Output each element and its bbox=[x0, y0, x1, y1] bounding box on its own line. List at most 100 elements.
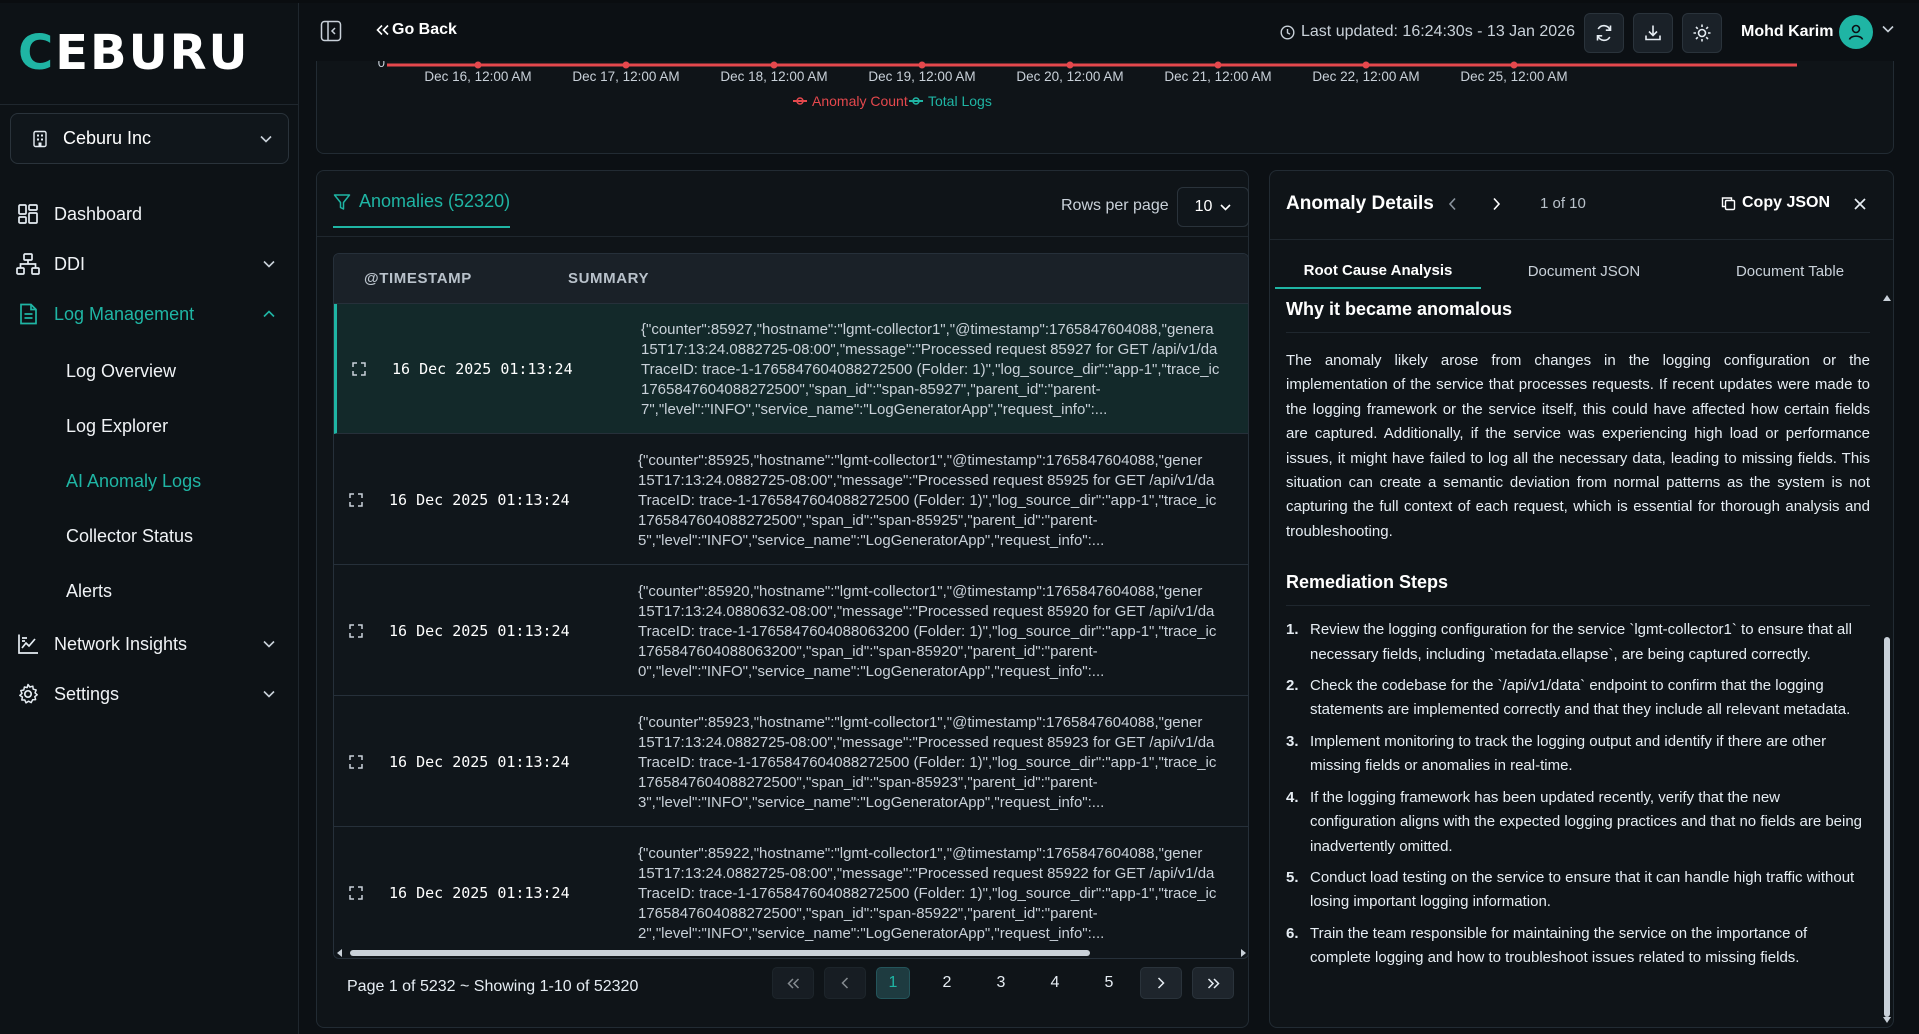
x-tick-label: Dec 20, 12:00 AM bbox=[1016, 69, 1123, 84]
last-updated: Last updated: 16:24:30s - 13 Jan 2026 bbox=[1280, 23, 1575, 41]
user-icon bbox=[1848, 24, 1864, 40]
tab-root-cause-analysis[interactable]: Root Cause Analysis bbox=[1275, 253, 1481, 289]
column-header-timestamp[interactable]: @TIMESTAMP bbox=[364, 270, 472, 287]
anomaly-count-point bbox=[1510, 61, 1518, 69]
next-page-button[interactable] bbox=[1140, 967, 1182, 999]
expand-icon[interactable] bbox=[352, 362, 366, 376]
sidebar-subitem-alerts[interactable]: Alerts bbox=[0, 564, 299, 619]
org-selector[interactable]: Ceburu Inc bbox=[10, 113, 289, 164]
sidebar-item-ddi[interactable]: DDI bbox=[0, 239, 299, 289]
avatar[interactable] bbox=[1839, 15, 1873, 49]
scroll-right-icon[interactable] bbox=[1240, 949, 1246, 957]
expand-icon[interactable] bbox=[349, 755, 363, 769]
table-row[interactable]: 16 Dec 2025 01:13:24 {"counter":85922,"ho… bbox=[334, 828, 1248, 944]
anomaly-count-point bbox=[1362, 61, 1370, 69]
anomaly-count-point bbox=[1214, 61, 1222, 69]
download-button[interactable] bbox=[1633, 13, 1673, 53]
table-row[interactable]: 16 Dec 2025 01:13:24 {"counter":85925,"ho… bbox=[334, 435, 1248, 565]
anomaly-count-point bbox=[474, 61, 482, 69]
row-timestamp: 16 Dec 2025 01:13:24 bbox=[389, 884, 570, 902]
row-summary: {"counter":85927,"hostname":"lgmt-collec… bbox=[641, 320, 1248, 424]
why-anomalous-text: The anomaly likely arose from changes in… bbox=[1286, 352, 1870, 540]
anomaly-count-point bbox=[1066, 61, 1074, 69]
user-name[interactable]: Mohd Karim bbox=[1741, 23, 1833, 41]
go-back-button[interactable]: Go Back bbox=[376, 21, 457, 39]
row-timestamp: 16 Dec 2025 01:13:24 bbox=[389, 753, 570, 771]
summary-line: 1765847604088272500","span_id":"span-859… bbox=[641, 381, 1101, 398]
summary-line: 0","level":"INFO","service_name":"LogGen… bbox=[638, 663, 1105, 680]
filter-icon bbox=[333, 193, 351, 210]
row-summary: {"counter":85922,"hostname":"lgmt-collec… bbox=[638, 844, 1248, 944]
vertical-scrollbar[interactable] bbox=[1881, 295, 1893, 1025]
sidebar: C EBURU Ceburu Inc Dashboard DDI Log Mana… bbox=[0, 3, 299, 1034]
anomaly-trend-chart: 0 Dec 16, 12:00 AM Dec 17, 12:00 AM Dec 18,… bbox=[316, 61, 1894, 154]
close-icon[interactable] bbox=[1853, 197, 1867, 211]
org-selector-label: Ceburu Inc bbox=[63, 128, 152, 148]
summary-line: 2","level":"INFO","service_name":"LogGen… bbox=[638, 925, 1105, 942]
anomalies-tab[interactable]: Anomalies (52320) bbox=[333, 191, 511, 228]
summary-line: TraceID: trace-1-1765847604088272500 (Fo… bbox=[638, 885, 1217, 902]
x-tick-label: Dec 18, 12:00 AM bbox=[720, 69, 827, 84]
anomalies-tab-label: Anomalies (52320) bbox=[359, 191, 511, 211]
sidebar-item-label: Log Management bbox=[54, 303, 195, 324]
sidebar-subitem-log-overview[interactable]: Log Overview bbox=[0, 344, 299, 399]
sidebar-subitem-log-explorer[interactable]: Log Explorer bbox=[0, 399, 299, 454]
horizontal-scrollbar-thumb[interactable] bbox=[350, 950, 1090, 956]
step-text: Train the team responsible for maintaini… bbox=[1310, 924, 1808, 967]
document-icon bbox=[16, 302, 40, 326]
chevron-right-icon bbox=[1157, 977, 1165, 989]
sidebar-item-network-insights[interactable]: Network Insights bbox=[0, 619, 299, 669]
ceburu-logo[interactable]: C EBURU bbox=[18, 25, 250, 81]
refresh-button[interactable] bbox=[1584, 13, 1624, 53]
page-5-button[interactable]: 5 bbox=[1092, 967, 1126, 999]
sidebar-subitem-ai-anomaly-logs[interactable]: AI Anomaly Logs bbox=[0, 454, 299, 509]
network-tree-icon bbox=[16, 252, 40, 276]
table-row[interactable]: 16 Dec 2025 01:13:24 {"counter":85920,"ho… bbox=[334, 566, 1248, 696]
page-2-button[interactable]: 2 bbox=[930, 967, 964, 999]
summary-line: 1765847604088272500","span_id":"span-859… bbox=[638, 905, 1098, 922]
scroll-up-icon[interactable] bbox=[1883, 295, 1891, 301]
remediation-step: 2. Check the codebase for the `/api/v1/da… bbox=[1286, 674, 1870, 723]
table-row[interactable]: 16 Dec 2025 01:13:24 {"counter":85923,"ho… bbox=[334, 697, 1248, 827]
scroll-down-icon[interactable] bbox=[1883, 1017, 1891, 1023]
chevron-down-icon[interactable] bbox=[1882, 25, 1894, 33]
sidebar-subitem-collector-status[interactable]: Collector Status bbox=[0, 509, 299, 564]
row-timestamp: 16 Dec 2025 01:13:24 bbox=[389, 491, 570, 509]
vertical-scrollbar-thumb[interactable] bbox=[1884, 637, 1890, 1017]
sidebar-item-log-management[interactable]: Log Management bbox=[0, 289, 299, 339]
step-number: 1. bbox=[1286, 621, 1299, 639]
x-tick-label: Dec 16, 12:00 AM bbox=[424, 69, 531, 84]
theme-toggle-button[interactable] bbox=[1682, 13, 1722, 53]
remediation-step: 5. Conduct load testing on the service to… bbox=[1286, 866, 1870, 915]
column-header-summary[interactable]: SUMMARY bbox=[568, 270, 649, 287]
page-4-button[interactable]: 4 bbox=[1038, 967, 1072, 999]
prev-page-button[interactable] bbox=[824, 967, 866, 999]
tab-document-json[interactable]: Document JSON bbox=[1481, 253, 1687, 289]
step-number: 6. bbox=[1286, 924, 1299, 942]
anomalies-panel: Anomalies (52320) Rows per page 10 @TIME… bbox=[316, 170, 1249, 1028]
details-body: Why it became anomalous The anomaly like… bbox=[1286, 299, 1870, 1019]
sidebar-item-settings[interactable]: Settings bbox=[0, 669, 299, 719]
first-page-button[interactable] bbox=[772, 967, 814, 999]
copy-json-button[interactable]: Copy JSON bbox=[1721, 194, 1830, 212]
sidebar-item-dashboard[interactable]: Dashboard bbox=[0, 189, 299, 239]
chevron-right-icon[interactable] bbox=[1492, 197, 1501, 211]
expand-icon[interactable] bbox=[349, 493, 363, 507]
remediation-step: 6. Train the team responsible for maintai… bbox=[1286, 922, 1870, 971]
rows-per-page-select[interactable]: 10 bbox=[1177, 187, 1249, 227]
sidebar-toggle-icon[interactable] bbox=[320, 20, 342, 42]
step-number: 4. bbox=[1286, 788, 1299, 806]
table-row[interactable]: 16 Dec 2025 01:13:24 {"counter":85927,"ho… bbox=[334, 304, 1248, 434]
last-page-button[interactable] bbox=[1192, 967, 1234, 999]
anomalies-table: @TIMESTAMP SUMMARY 16 Dec 2025 01:13:24 {… bbox=[333, 253, 1249, 959]
summary-line: TraceID: trace-1-1765847604088272500 (Fo… bbox=[638, 754, 1217, 771]
page-3-button[interactable]: 3 bbox=[984, 967, 1018, 999]
details-divider bbox=[1270, 239, 1893, 240]
page-1-button[interactable]: 1 bbox=[876, 967, 910, 999]
tab-document-table[interactable]: Document Table bbox=[1687, 253, 1893, 289]
chevron-left-icon[interactable] bbox=[1448, 197, 1457, 211]
horizontal-scrollbar[interactable] bbox=[334, 944, 1248, 958]
scroll-left-icon[interactable] bbox=[337, 949, 343, 957]
expand-icon[interactable] bbox=[349, 886, 363, 900]
expand-icon[interactable] bbox=[349, 624, 363, 638]
